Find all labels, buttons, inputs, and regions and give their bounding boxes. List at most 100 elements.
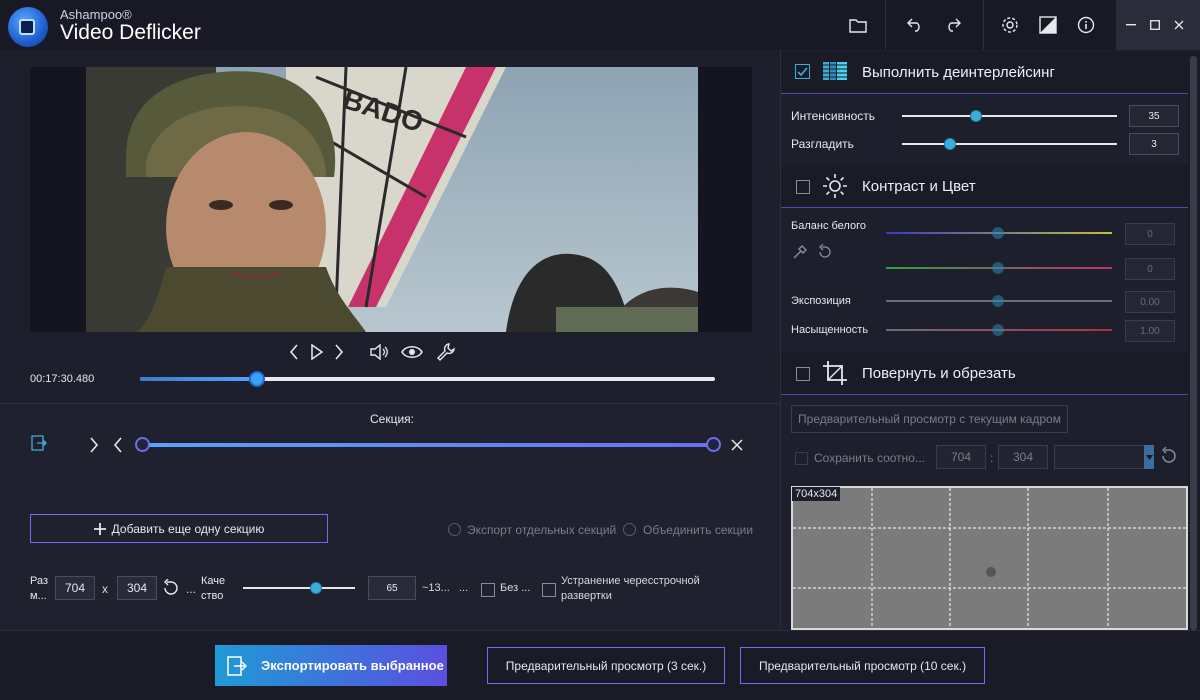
quality-label-line1: Каче (201, 575, 226, 587)
no-audio-checkbox[interactable] (481, 583, 495, 597)
section-start-handle[interactable] (135, 437, 150, 452)
width-input[interactable]: 704 (55, 576, 95, 600)
contrast-checkbox[interactable] (796, 180, 810, 194)
minimize-button[interactable] (1120, 14, 1142, 36)
intensity-label: Интенсивность (791, 109, 876, 123)
eye-icon[interactable] (400, 340, 424, 364)
quality-estimate-ellipsis: ... (459, 582, 469, 594)
undo-icon[interactable] (902, 12, 928, 38)
reset-size-icon[interactable] (162, 579, 180, 597)
smooth-slider-track[interactable] (902, 143, 1117, 145)
smooth-slider-handle[interactable] (944, 138, 956, 150)
aspect-ratio-select[interactable] (1054, 445, 1154, 469)
crop-width-input[interactable]: 704 (936, 445, 986, 469)
redo-icon[interactable] (940, 12, 966, 38)
section-range-track[interactable] (142, 443, 714, 447)
merge-sections-radio[interactable] (623, 523, 636, 536)
size-label-line2: м... (30, 590, 47, 602)
info-icon[interactable] (1073, 12, 1099, 38)
next-frame-icon[interactable] (327, 340, 351, 364)
scrollbar-thumb[interactable] (1190, 56, 1197, 630)
section-next-icon[interactable] (82, 433, 106, 457)
deinterlace-title: Выполнить деинтерлейсинг (862, 64, 1055, 81)
height-input[interactable]: 304 (117, 576, 157, 600)
deinterlace-output-line1: Устранение чересстрочной (561, 575, 700, 587)
remove-section-icon[interactable] (725, 433, 749, 457)
section-prev-icon[interactable] (106, 433, 130, 457)
preview-10s-button[interactable]: Предварительный просмотр (10 сек.) (740, 647, 985, 684)
white-balance-label: Баланс белого (791, 220, 866, 232)
crop-size-label: 704x304 (792, 487, 841, 501)
preview-current-frame-button[interactable]: Предварительный просмотр с текущим кадро… (791, 405, 1068, 433)
volume-icon[interactable] (368, 340, 392, 364)
contrast-title: Контраст и Цвет (862, 178, 976, 195)
deinterlace-output-checkbox[interactable] (542, 583, 556, 597)
timeline-handle[interactable] (249, 371, 265, 387)
section-label: Секция: (370, 412, 414, 426)
maximize-button[interactable] (1144, 14, 1166, 36)
chevron-down-icon[interactable] (1144, 445, 1154, 469)
export-selected-label: Экспортировать выбранное (261, 658, 444, 673)
rotate-checkbox[interactable] (796, 367, 810, 381)
saturation-handle[interactable] (992, 324, 1004, 336)
keep-ratio-checkbox[interactable] (795, 452, 808, 465)
app-logo-mark (19, 19, 35, 35)
plus-icon (93, 522, 106, 535)
intensity-input[interactable]: 35 (1129, 105, 1179, 127)
crop-preview[interactable] (791, 486, 1188, 630)
quality-slider-track[interactable] (243, 587, 355, 589)
wb-temperature-handle[interactable] (992, 227, 1004, 239)
theme-icon[interactable] (1035, 12, 1061, 38)
wb-temperature-input[interactable]: 0 (1125, 223, 1175, 245)
section-end-handle[interactable] (706, 437, 721, 452)
merge-sections-label: Объединить секции (643, 523, 754, 537)
open-folder-icon[interactable] (845, 12, 871, 38)
video-frame-image: BADO (86, 67, 698, 332)
eyedropper-icon[interactable] (792, 244, 808, 260)
export-selected-button[interactable]: Экспортировать выбранное (215, 645, 447, 686)
deinterlace-checkbox[interactable] (795, 64, 810, 79)
brand-name: Ashampoo® (60, 7, 132, 22)
timeline-progress (140, 377, 258, 381)
divider (781, 93, 1188, 94)
divider (781, 207, 1188, 208)
size-label-line1: Раз (30, 575, 49, 587)
exposure-input[interactable]: 0.00 (1125, 291, 1175, 313)
add-section-button[interactable]: Добавить еще одну секцию (30, 514, 328, 543)
close-button[interactable] (1168, 14, 1190, 36)
size-label: Раз м... (30, 574, 48, 604)
divider (781, 394, 1188, 395)
exposure-handle[interactable] (992, 295, 1004, 307)
keep-ratio-label: Сохранить соотно... (814, 451, 925, 465)
preview-3s-button[interactable]: Предварительный просмотр (3 сек.) (487, 647, 725, 684)
wrench-icon[interactable] (434, 340, 458, 364)
deinterlace-output-label: Устранение чересстрочной развертки (561, 574, 700, 604)
smooth-label: Разгладить (791, 137, 854, 151)
exposure-label: Экспозиция (791, 295, 851, 307)
size-separator: x (102, 582, 108, 596)
wb-tint-input[interactable]: 0 (1125, 258, 1175, 280)
wb-tint-handle[interactable] (992, 262, 1004, 274)
saturation-input[interactable]: 1.00 (1125, 320, 1175, 342)
reset-crop-icon[interactable] (1160, 447, 1178, 465)
deinterlace-output-line2: развертки (561, 590, 612, 602)
quality-label: Каче ство (201, 574, 225, 604)
intensity-slider-track[interactable] (902, 115, 1117, 117)
section-export-icon[interactable] (31, 435, 47, 451)
export-separate-radio[interactable] (448, 523, 461, 536)
quality-label-line2: ство (201, 590, 224, 602)
quality-slider-handle[interactable] (310, 582, 322, 594)
no-audio-label: Без ... (500, 582, 531, 594)
crop-height-input[interactable]: 304 (998, 445, 1048, 469)
play-icon[interactable] (305, 340, 329, 364)
reset-wb-icon[interactable] (817, 244, 833, 260)
deinterlace-icon (823, 62, 847, 80)
quality-input[interactable]: 65 (368, 576, 416, 600)
gear-icon[interactable] (997, 12, 1023, 38)
quality-estimate: ~13... (422, 582, 450, 594)
prev-frame-icon[interactable] (282, 340, 306, 364)
export-icon (227, 655, 247, 676)
add-section-label: Добавить еще одну секцию (111, 521, 265, 536)
intensity-slider-handle[interactable] (970, 110, 982, 122)
smooth-input[interactable]: 3 (1129, 133, 1179, 155)
